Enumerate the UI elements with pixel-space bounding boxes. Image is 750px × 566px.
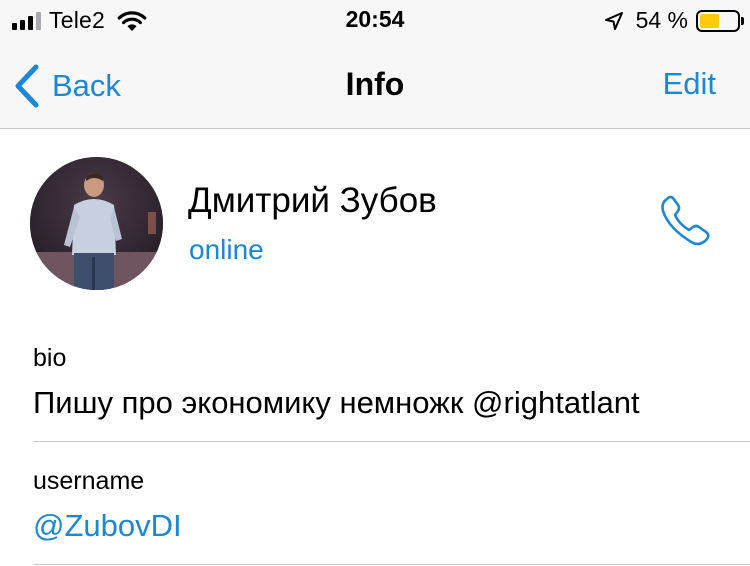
status-bar: Tele2 20:54 54 % [0,0,750,40]
contact-name: Дмитрий Зубов [188,181,437,220]
bio-label: bio [33,344,67,372]
battery-percent: 54 % [635,7,688,33]
username-value[interactable]: @ZubovDI [33,508,182,544]
status-bar-right: 54 % [604,7,744,34]
battery-icon [696,9,744,32]
bio-value[interactable]: Пишу про экономику немножк @rightatlant [33,385,640,421]
separator [33,564,750,565]
separator [33,441,750,442]
avatar-photo [30,157,163,290]
avatar[interactable] [30,157,163,290]
edit-button[interactable]: Edit [663,66,716,102]
username-label: username [33,467,145,495]
location-arrow-icon [604,11,623,30]
phone-icon[interactable] [657,193,713,249]
contact-info-screen: Tele2 20:54 54 % Back Info Edit Дмитрий … [0,0,750,566]
battery-level-fill [700,13,720,28]
page-title: Info [345,66,405,102]
contact-status: online [189,234,264,265]
navigation-bar: Back Info Edit [0,40,750,129]
